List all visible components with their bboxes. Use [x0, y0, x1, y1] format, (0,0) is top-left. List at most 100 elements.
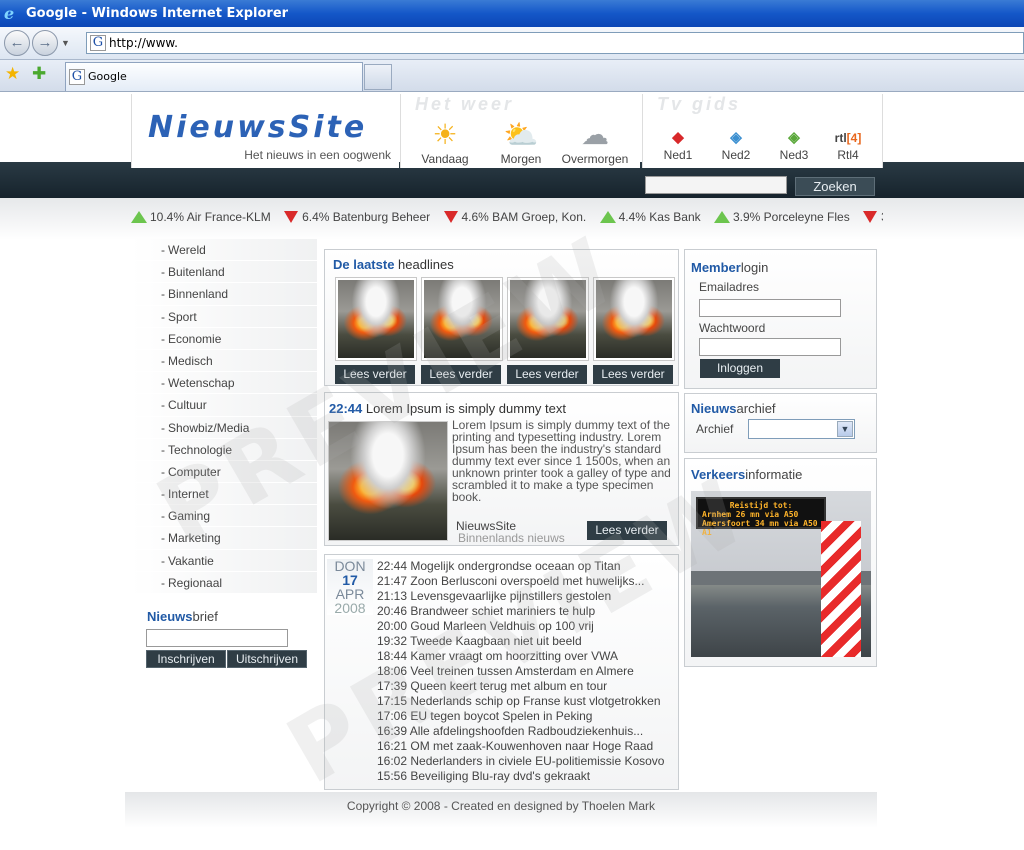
unsubscribe-button[interactable]: Uitschrijven: [227, 650, 307, 668]
weather-tomorrow[interactable]: ⛅ Morgen: [485, 118, 557, 166]
featured-photo[interactable]: [328, 421, 448, 541]
tv-channel-label: Ned1: [663, 148, 693, 162]
featured-read-more-button[interactable]: Lees verder: [587, 521, 667, 540]
menu-item-buitenland[interactable]: Buitenland: [131, 261, 317, 284]
traffic-photo[interactable]: Reistijd tot: Arnhem 26 mn via A50 Amers…: [691, 491, 871, 657]
archive-select[interactable]: ▼: [748, 419, 855, 439]
featured-title-row[interactable]: 22:44 Lorem Ipsum is simply dummy text: [329, 401, 566, 416]
traffic-title-rest: informatie: [745, 467, 803, 482]
login-button[interactable]: Inloggen: [700, 359, 780, 378]
menu-item-vakantie[interactable]: Vakantie: [131, 549, 317, 572]
read-more-button[interactable]: Lees verder: [593, 365, 673, 384]
menu-item-technologie[interactable]: Technologie: [131, 438, 317, 461]
menu-item-marketing[interactable]: Marketing: [131, 527, 317, 550]
tab-google[interactable]: G Google: [65, 62, 363, 91]
password-field[interactable]: [699, 338, 841, 356]
search-input[interactable]: [645, 176, 787, 194]
ticker-text: 4.4% Kas Bank: [618, 210, 701, 224]
archive-title-rest: archief: [736, 401, 776, 416]
news-list-item[interactable]: 22:44 Mogelijk ondergrondse oceaan op Ti…: [377, 559, 664, 574]
ticker-item[interactable]: 4.6% BAM Groep, Kon.: [443, 210, 586, 224]
menu-item-computer[interactable]: Computer: [131, 460, 317, 484]
add-favorite-icon[interactable]: ✚: [32, 64, 46, 84]
featured-body: Lorem Ipsum is simply dummy text of the …: [452, 418, 671, 504]
subscribe-button[interactable]: Inschrijven: [146, 650, 226, 668]
headline-thumbnail[interactable]: [507, 277, 589, 361]
newsletter-email-input[interactable]: [146, 629, 288, 647]
address-input[interactable]: G http://www.: [86, 32, 1024, 54]
news-list-item[interactable]: 18:44 Kamer vraagt om hoorzitting over V…: [377, 649, 664, 664]
weather-tomorrow-label: Morgen: [500, 152, 542, 166]
menu-item-medisch[interactable]: Medisch: [131, 349, 317, 373]
news-list-item[interactable]: 15:56 Beveiliging Blu-ray dvd's gekraakt: [377, 769, 664, 784]
news-list-item[interactable]: 20:00 Goud Marleen Veldhuis op 100 vrij: [377, 619, 664, 634]
email-field[interactable]: [699, 299, 841, 317]
ticker-item[interactable]: 6.4% Batenburg Beheer: [284, 210, 430, 224]
weather-today[interactable]: ☀ Vandaag: [409, 118, 481, 166]
featured-category[interactable]: Binnenlands nieuws: [458, 531, 565, 545]
back-button[interactable]: ←: [4, 30, 30, 56]
news-list-item[interactable]: 16:39 Alle afdelingshoofden Radboudzieke…: [377, 724, 664, 739]
weather-title: Het weer: [415, 94, 515, 114]
search-button[interactable]: Zoeken: [795, 177, 875, 196]
address-value: http://www.: [109, 36, 178, 50]
menu-item-wetenschap[interactable]: Wetenschap: [131, 372, 317, 395]
menu-item-binnenland[interactable]: Binnenland: [131, 283, 317, 306]
ticker-text: 10.4% Air France-KLM: [150, 210, 271, 224]
read-more-button[interactable]: Lees verder: [421, 365, 501, 384]
news-list-item[interactable]: 17:39 Queen keert terug met album en tou…: [377, 679, 664, 694]
ticker-item[interactable]: 10.4% Air France-KLM: [131, 210, 271, 224]
ticker-item[interactable]: 3.: [863, 210, 883, 224]
email-label: Emailadres: [699, 280, 760, 294]
favorites-star-icon[interactable]: ★: [5, 64, 20, 84]
news-list-item[interactable]: 16:21 OM met zaak-Kouwenhoven naar Hoge …: [377, 739, 664, 754]
web-page: NieuwsSite Het nieuws in een oogwenk Het…: [0, 92, 1024, 850]
read-more-button[interactable]: Lees verder: [507, 365, 587, 384]
headline-thumbnail[interactable]: [421, 277, 503, 361]
tv-channel-rtl4[interactable]: rtl[4] Rtl4: [823, 128, 873, 162]
news-list-item[interactable]: 17:15 Nederlands schip op Franse kust vl…: [377, 694, 664, 709]
address-toolbar: ← → ▼ G http://www.: [0, 27, 1024, 60]
news-photo: [338, 280, 414, 358]
news-list-item[interactable]: 17:06 EU tegen boycot Spelen in Peking: [377, 709, 664, 724]
ticker-item[interactable]: 4.4% Kas Bank: [599, 210, 701, 224]
new-tab-button[interactable]: [364, 64, 392, 90]
news-list-item[interactable]: 20:46 Brandweer schiet mariniers te hulp: [377, 604, 664, 619]
menu-item-label: Regionaal: [168, 575, 223, 590]
menu-item-label: Internet: [168, 487, 209, 502]
weather-day-after[interactable]: ☁ Overmorgen: [559, 118, 631, 166]
news-list-item[interactable]: 19:32 Tweede Kaagbaan niet uit beeld: [377, 634, 664, 649]
menu-item-sport[interactable]: Sport: [131, 305, 317, 328]
news-list-item[interactable]: 16:02 Nederlanders in civiele EU-politie…: [377, 754, 664, 769]
archive-title-bold: Nieuws: [691, 401, 737, 416]
menu-item-internet[interactable]: Internet: [131, 483, 317, 506]
ticker-item[interactable]: 3.9% Porceleyne Fles: [713, 210, 850, 224]
news-list-item[interactable]: 18:06 Veel treinen tussen Amsterdam en A…: [377, 664, 664, 679]
site-logo[interactable]: NieuwsSite: [148, 110, 367, 145]
menu-item-economie[interactable]: Economie: [131, 327, 317, 350]
menu-item-cultuur[interactable]: Cultuur: [131, 394, 317, 417]
weather-box: Het weer ☀ Vandaag ⛅ Morgen ☁ Overmorgen: [400, 94, 640, 168]
menu-item-regionaal[interactable]: Regionaal: [131, 571, 317, 594]
headlines-title: De laatste headlines: [333, 257, 454, 272]
forward-button[interactable]: →: [32, 30, 58, 56]
news-list: 22:44 Mogelijk ondergrondse oceaan op Ti…: [377, 559, 664, 784]
tv-channel-ned2[interactable]: ◈ Ned2: [711, 128, 761, 162]
headline-thumbnail[interactable]: [335, 277, 417, 361]
menu-item-gaming[interactable]: Gaming: [131, 505, 317, 528]
chevron-down-icon[interactable]: ▼: [837, 421, 853, 437]
tv-channel-ned1[interactable]: ◆ Ned1: [653, 128, 703, 162]
headline-thumbnail[interactable]: [593, 277, 675, 361]
history-dropdown-icon[interactable]: ▼: [61, 38, 70, 48]
news-photo: [510, 280, 586, 358]
tab-label: Google: [88, 70, 127, 83]
tv-channel-ned3[interactable]: ◈ Ned3: [769, 128, 819, 162]
news-list-item[interactable]: 21:47 Zoon Berlusconi overspoeld met huw…: [377, 574, 664, 589]
date-month: APR: [335, 586, 365, 602]
news-list-item[interactable]: 21:13 Levensgevaarlijke pijnstillers ges…: [377, 589, 664, 604]
read-more-button[interactable]: Lees verder: [335, 365, 415, 384]
member-login-panel: Memberlogin Emailadres Wachtwoord Inlogg…: [684, 249, 877, 389]
menu-item-showbiz[interactable]: Showbiz/Media: [131, 416, 317, 439]
ticker-text: 3.: [881, 210, 883, 224]
menu-item-wereld[interactable]: Wereld: [131, 239, 317, 262]
